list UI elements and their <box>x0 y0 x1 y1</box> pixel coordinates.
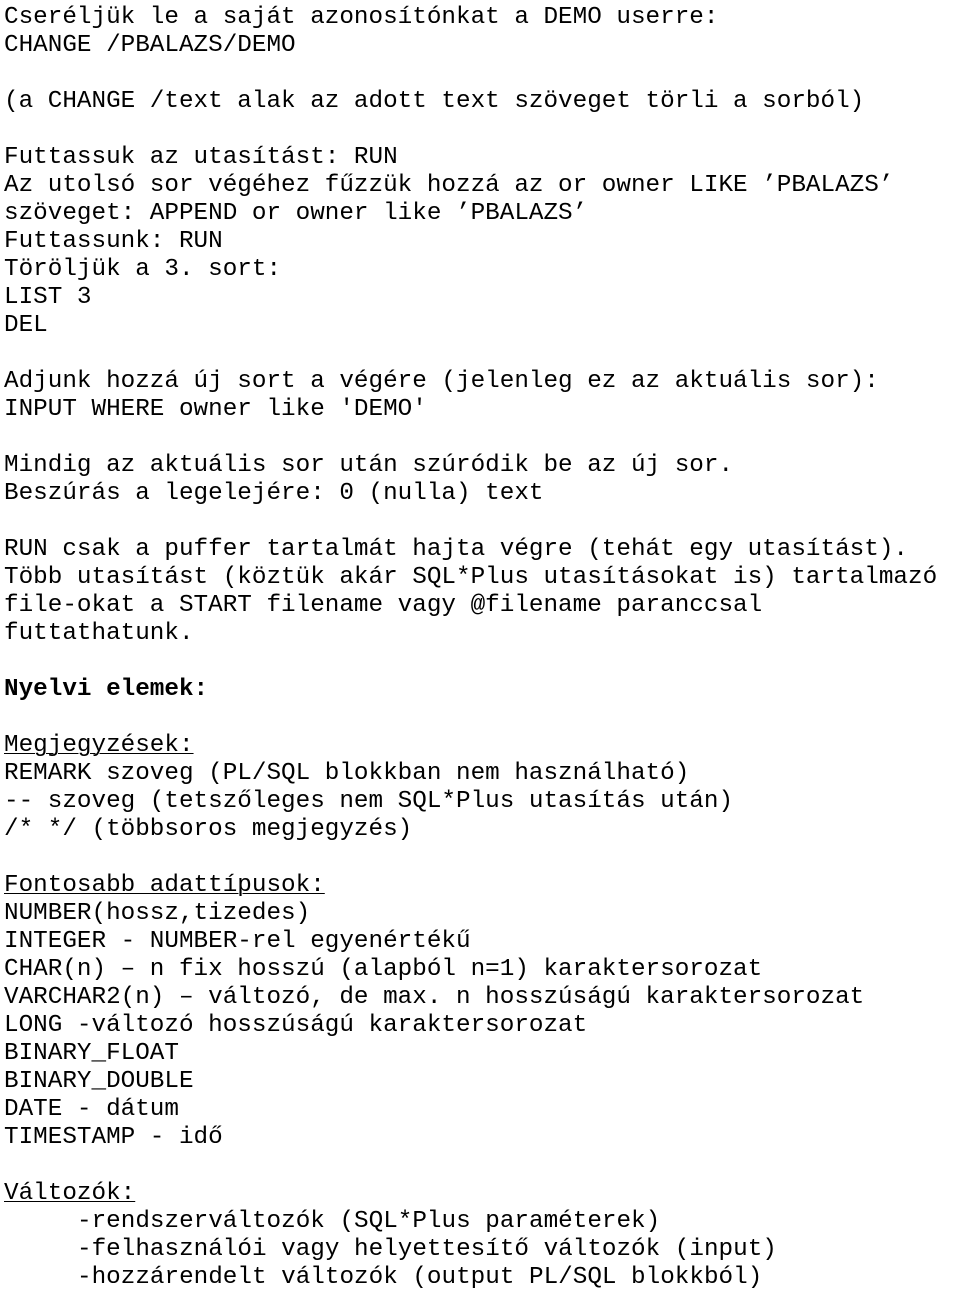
text-line: Töröljük a 3. sort: <box>4 256 282 283</box>
text-line: Beszúrás a legelejére: 0 (nulla) text <box>4 480 544 507</box>
text-line: Az utolsó sor végéhez fűzzük hozzá az or… <box>4 172 894 199</box>
text-line: VARCHAR2(n) – változó, de max. n hosszús… <box>4 984 865 1011</box>
text-block-insert-position-note: Mindig az aktuális sor után szúródik be … <box>4 452 960 508</box>
text-block-change-note: (a CHANGE /text alak az adott text szöve… <box>4 88 960 116</box>
text-line: LONG -változó hosszúságú karaktersorozat <box>4 1012 588 1039</box>
text-line: szöveget: APPEND or owner like ’PBALAZS’ <box>4 200 588 227</box>
text-line: -rendszerváltozók (SQL*Plus paraméterek) <box>77 1208 661 1235</box>
text-line: DEL <box>4 312 48 339</box>
text-block-change-user: Cseréljük le a saját azonosítónkat a DEM… <box>4 4 960 60</box>
text-line: DATE - dátum <box>4 1096 179 1123</box>
section-heading-underlined: Megjegyzések: <box>4 732 194 759</box>
text-line: /* */ (többsoros megjegyzés) <box>4 816 413 843</box>
text-line: INPUT WHERE owner like 'DEMO' <box>4 396 427 423</box>
text-line: BINARY_DOUBLE <box>4 1068 194 1095</box>
text-line: BINARY_FLOAT <box>4 1040 179 1067</box>
text-line: file-okat a START filename vagy @filenam… <box>4 592 763 619</box>
text-line: -- szoveg (tetszőleges nem SQL*Plus utas… <box>4 788 734 815</box>
text-line: Futtassuk az utasítást: RUN <box>4 144 398 171</box>
text-line: Nyelvi elemek: <box>4 676 209 703</box>
text-line: CHAR(n) – n fix hosszú (alapból n=1) kar… <box>4 956 763 983</box>
text-block-data-types: Fontosabb adattípusok: NUMBER(hossz,tized… <box>4 872 960 1152</box>
section-heading-line: Megjegyzések: <box>4 732 960 760</box>
section-heading-underlined: Változók: <box>4 1180 136 1207</box>
text-line: -hozzárendelt változók (output PL/SQL bl… <box>77 1264 763 1291</box>
text-line: Futtassunk: RUN <box>4 228 223 255</box>
text-line: INTEGER - NUMBER-rel egyenértékű <box>4 928 471 955</box>
text-line: futtathatunk. <box>4 620 194 647</box>
text-block-language-elements: Nyelvi elemek: <box>4 676 960 704</box>
text-line: Több utasítást (köztük akár SQL*Plus uta… <box>4 564 938 591</box>
document-body: Cseréljük le a saját azonosítónkat a DEM… <box>4 4 960 1292</box>
text-line: REMARK szoveg (PL/SQL blokkban nem haszn… <box>4 760 690 787</box>
text-block-comments: Megjegyzések: REMARK szoveg (PL/SQL blokk… <box>4 732 960 844</box>
text-line: -felhasználói vagy helyettesítő változók… <box>77 1236 777 1263</box>
text-block-variables: Változók: -rendszerváltozók (SQL*Plus par… <box>4 1180 960 1292</box>
text-line: CHANGE /PBALAZS/DEMO <box>4 32 296 59</box>
text-block-run-buffer-note: RUN csak a puffer tartalmát hajta végre … <box>4 536 960 648</box>
text-line: (a CHANGE /text alak az adott text szöve… <box>4 88 865 115</box>
text-line: RUN csak a puffer tartalmát hajta végre … <box>4 536 908 563</box>
document-page: Cseréljük le a saját azonosítónkat a DEM… <box>0 0 960 1296</box>
section-heading-line: Fontosabb adattípusok: <box>4 872 960 900</box>
section-heading-underlined: Fontosabb adattípusok: <box>4 872 325 899</box>
text-line: Cseréljük le a saját azonosítónkat a DEM… <box>4 4 719 31</box>
text-block-input-new-line: Adjunk hozzá új sort a végére (jelenleg … <box>4 368 960 424</box>
text-line: LIST 3 <box>4 284 92 311</box>
text-line: NUMBER(hossz,tizedes) <box>4 900 311 927</box>
section-heading-line: Változók: <box>4 1180 960 1208</box>
text-block-run-append-del: Futtassuk az utasítást: RUN Az utolsó sor… <box>4 144 960 340</box>
text-line: Adjunk hozzá új sort a végére (jelenleg … <box>4 368 879 395</box>
text-line: TIMESTAMP - idő <box>4 1124 223 1151</box>
text-line: Mindig az aktuális sor után szúródik be … <box>4 452 734 479</box>
